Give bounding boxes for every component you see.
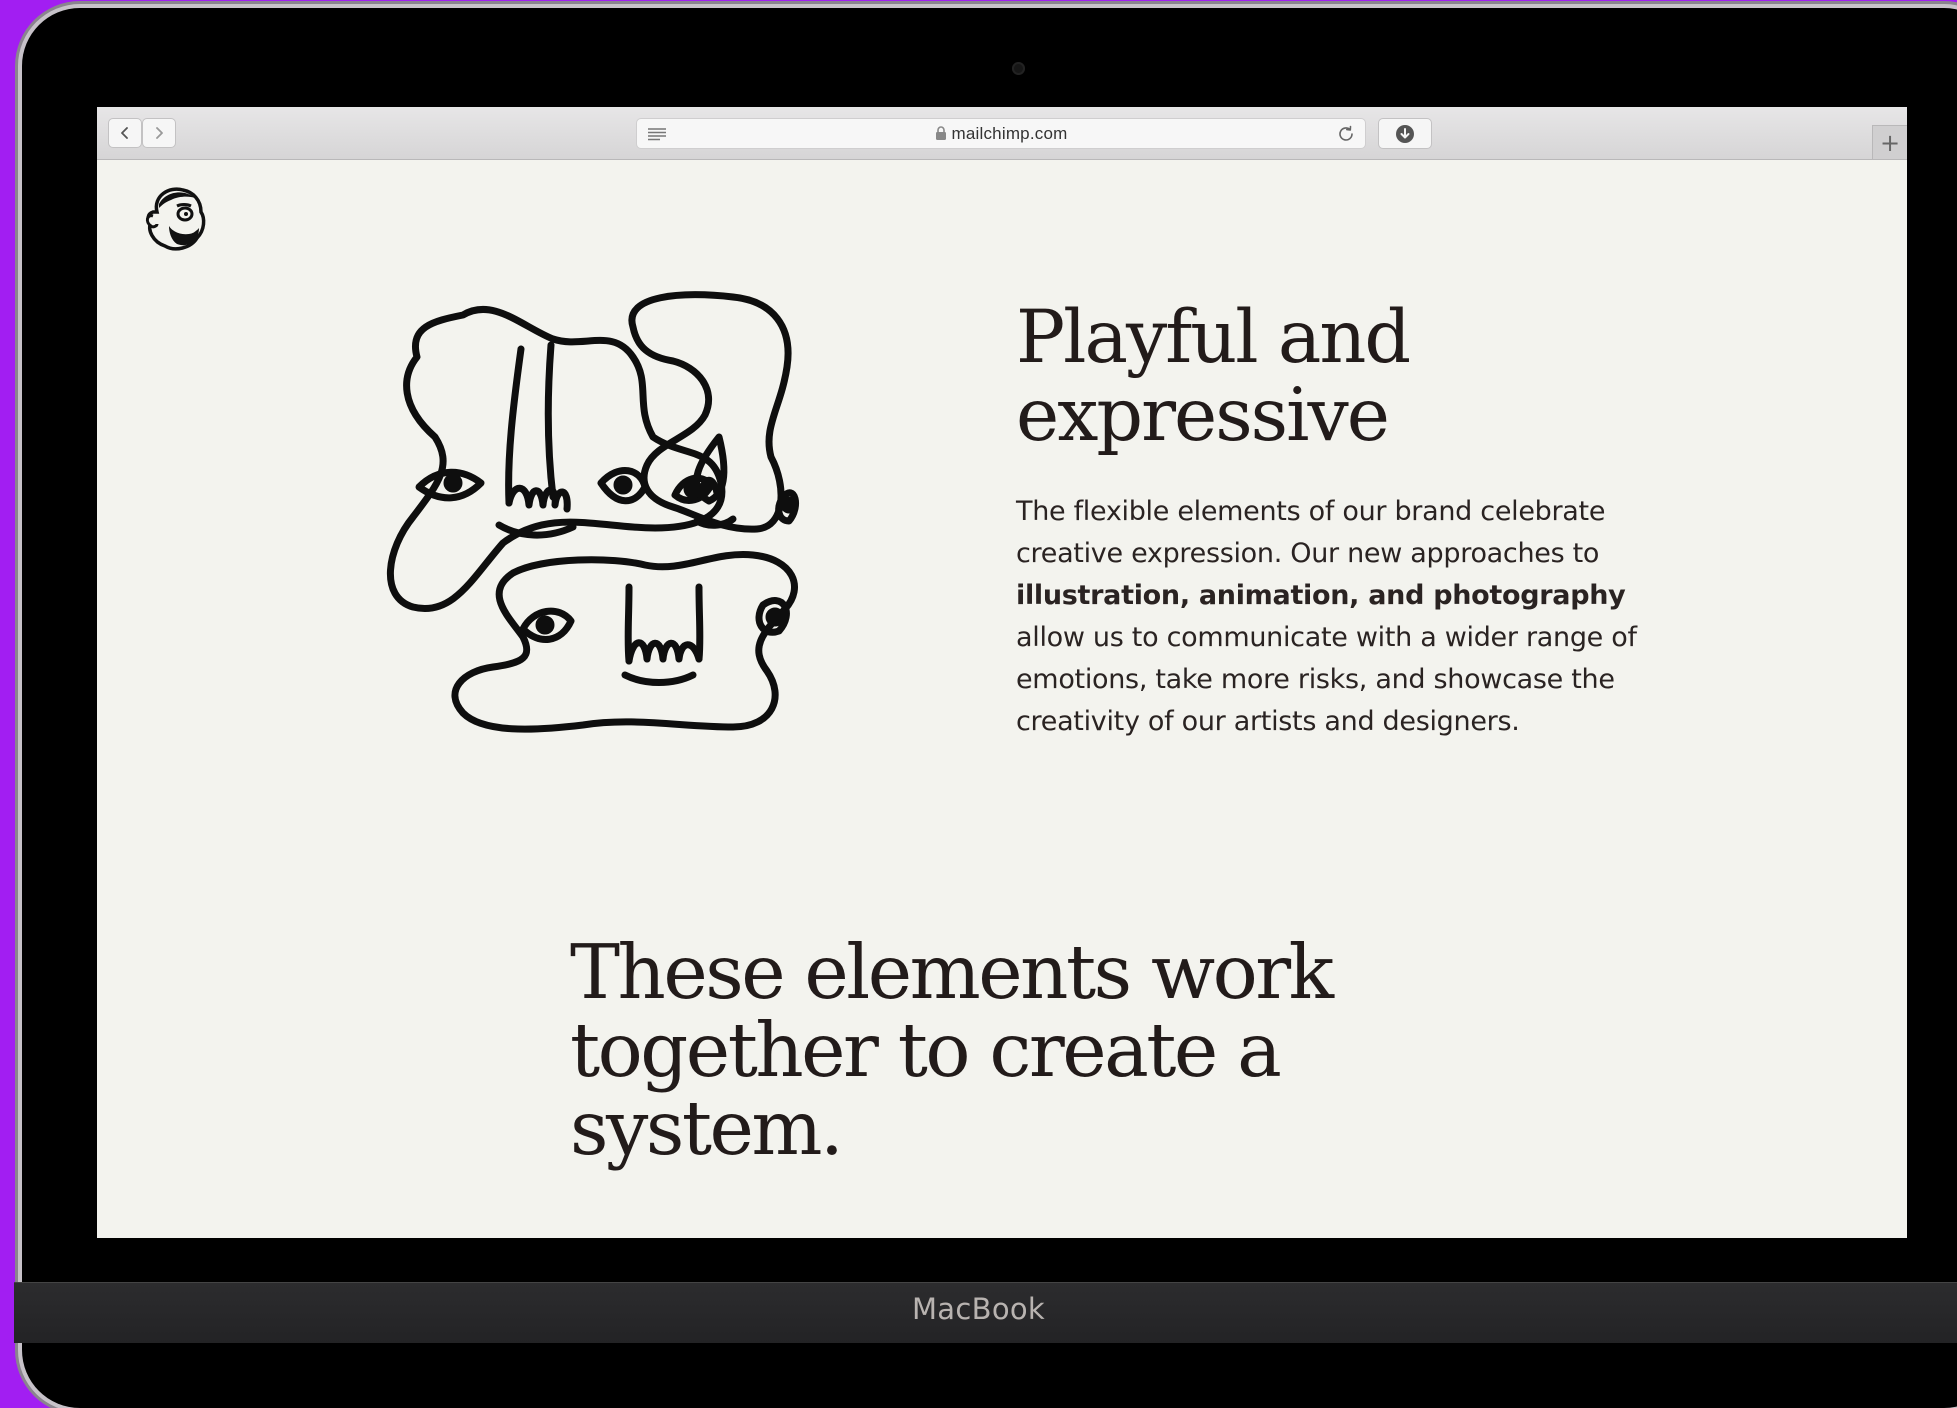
device-brand-label: MacBook — [911, 1292, 1045, 1326]
download-button[interactable] — [1378, 118, 1432, 149]
lock-icon — [935, 126, 946, 140]
body-tail-text: allow us to communicate with a wider ran… — [1016, 622, 1637, 737]
download-icon — [1396, 124, 1414, 143]
body-bold-text: illustration, animation, and photography — [1016, 580, 1626, 611]
browser-screen: mailchimp.com + Playful and expressive T… — [97, 107, 1907, 1238]
address-bar[interactable]: mailchimp.com — [636, 118, 1366, 149]
section-heading: Playful and expressive — [1016, 295, 1411, 458]
camera-icon — [1012, 62, 1025, 75]
forward-button[interactable] — [142, 118, 176, 148]
forward-arrow-icon — [156, 127, 163, 139]
plus-icon: + — [1879, 128, 1901, 157]
url-text: mailchimp.com — [951, 124, 1068, 143]
back-button[interactable] — [108, 118, 142, 148]
browser-toolbar: mailchimp.com + — [97, 107, 1907, 160]
url-display: mailchimp.com — [637, 124, 1365, 144]
back-arrow-icon — [121, 127, 128, 139]
new-tab-button[interactable]: + — [1872, 125, 1907, 159]
body-lead-text: The flexible elements of our brand celeb… — [1016, 496, 1606, 569]
system-heading: These elements work together to create a… — [570, 928, 1334, 1172]
playful-illustration — [387, 291, 800, 733]
freddie-logo-icon[interactable] — [139, 182, 211, 254]
reload-icon[interactable] — [1336, 124, 1356, 144]
section-body: The flexible elements of our brand celeb… — [1016, 491, 1676, 743]
